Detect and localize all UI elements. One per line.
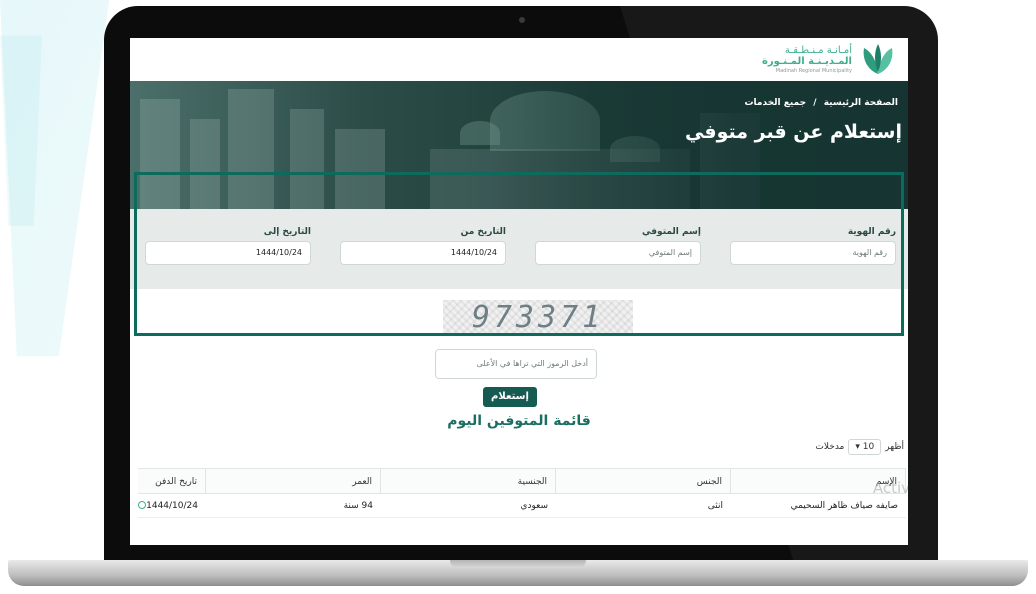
table-header-nationality[interactable]: الجنسية bbox=[381, 468, 556, 494]
hero-banner: الصفحة الرئيسية / جميع الخدمات إستعلام ع… bbox=[130, 81, 908, 209]
building-shape bbox=[190, 119, 220, 209]
date-from-field: التاريخ من 1444/10/24 bbox=[340, 227, 508, 265]
search-submit-button[interactable]: إستعلام bbox=[483, 387, 537, 407]
page-title: إستعلام عن قبر متوفي bbox=[684, 121, 902, 143]
camera-icon bbox=[519, 17, 525, 23]
table-header-burial-date[interactable]: تاريخ الدفن bbox=[138, 468, 206, 494]
id-number-input[interactable]: رقم الهوية bbox=[730, 241, 896, 265]
building-shape bbox=[228, 89, 274, 209]
laptop-screen: أمـانـة مـنـطـقـة المـديـنـة المـنـورة M… bbox=[130, 38, 908, 545]
site-header: أمـانـة مـنـطـقـة المـديـنـة المـنـورة M… bbox=[130, 38, 908, 81]
deceased-name-field: إسم المتوفي إسم المتوفي bbox=[535, 227, 703, 265]
id-number-label: رقم الهوية bbox=[847, 227, 896, 237]
date-from-label: التاريخ من bbox=[460, 227, 506, 237]
table-cell-nationality: سعودي bbox=[381, 494, 556, 518]
logo-line-2: المـديـنـة المـنـورة bbox=[761, 56, 852, 67]
search-form-panel: رقم الهوية رقم الهوية إسم المتوفي إسم ال… bbox=[130, 209, 908, 289]
today-deceased-list-title: قائمة المتوفين اليوم bbox=[447, 413, 591, 429]
building-shape bbox=[290, 109, 324, 209]
entries-suffix-label: مدخلات bbox=[815, 442, 845, 452]
date-to-label: التاريخ إلى bbox=[263, 227, 311, 237]
building-shape bbox=[140, 99, 180, 209]
captcha-input[interactable]: أدخل الرموز التي تراها في الأعلى bbox=[435, 349, 597, 379]
deceased-name-input[interactable]: إسم المتوفي bbox=[535, 241, 701, 265]
table-header-row: الإسم الجنس الجنسية العمر تاريخ الدفن bbox=[138, 468, 906, 494]
date-from-input[interactable]: 1444/10/24 bbox=[340, 241, 506, 265]
activation-watermark: Activ bbox=[872, 479, 908, 497]
deceased-name-label: إسم المتوفي bbox=[642, 227, 701, 237]
entries-count-select[interactable]: 10 ▾ bbox=[848, 439, 882, 455]
entries-show-label: أظهر bbox=[885, 442, 904, 452]
entries-count-value: 10 bbox=[862, 442, 875, 452]
logo-line-3: Madinah Regional Municipality bbox=[775, 68, 852, 74]
building-shape bbox=[335, 129, 385, 209]
breadcrumb-home-link[interactable]: الصفحة الرئيسية bbox=[824, 98, 898, 108]
date-to-field: التاريخ إلى 1444/10/24 bbox=[145, 227, 313, 265]
table-row: صايفه صياف ظاهر السحيمي انثى سعودي 94 سن… bbox=[138, 494, 906, 518]
laptop-base-notch bbox=[450, 560, 586, 568]
table-cell-name: صايفه صياف ظاهر السحيمي bbox=[731, 494, 906, 518]
entries-control: أظهر 10 ▾ مدخلات bbox=[815, 439, 904, 455]
table-cell-age: 94 سنة bbox=[206, 494, 381, 518]
leaf-logo-icon[interactable] bbox=[858, 42, 898, 76]
table-header-age[interactable]: العمر bbox=[206, 468, 381, 494]
table-cell-burial-date: 1444/10/24 bbox=[138, 494, 206, 518]
site-logo-text: أمـانـة مـنـطـقـة المـديـنـة المـنـورة M… bbox=[762, 45, 852, 75]
logo-line-1: أمـانـة مـنـطـقـة bbox=[784, 45, 852, 56]
breadcrumb-current-link[interactable]: جميع الخدمات bbox=[745, 98, 807, 108]
table-header-gender[interactable]: الجنس bbox=[556, 468, 731, 494]
captcha-image: 973371 bbox=[443, 300, 633, 335]
row-expand-icon[interactable] bbox=[138, 501, 146, 509]
deceased-table: الإسم الجنس الجنسية العمر تاريخ الدفن صا… bbox=[138, 468, 906, 518]
date-to-input[interactable]: 1444/10/24 bbox=[145, 241, 311, 265]
breadcrumb-separator: / bbox=[813, 98, 817, 108]
id-number-field: رقم الهوية رقم الهوية bbox=[730, 227, 898, 265]
table-cell-gender: انثى bbox=[556, 494, 731, 518]
breadcrumb: الصفحة الرئيسية / جميع الخدمات bbox=[743, 98, 901, 108]
